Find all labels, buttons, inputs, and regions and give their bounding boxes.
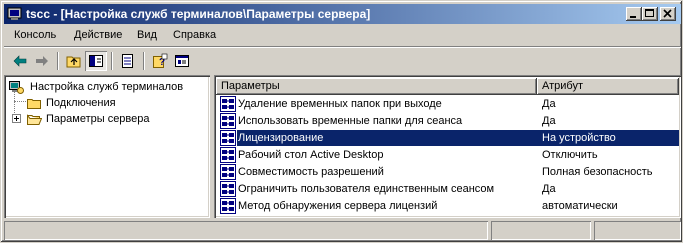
setting-icon [220, 198, 236, 214]
setting-name: Совместимость разрешений [238, 166, 384, 178]
setting-attribute: Да [542, 183, 556, 195]
list-item[interactable]: Удаление временных папок при выходе Да [216, 96, 679, 113]
tree-item-connections[interactable]: Подключения [26, 95, 206, 111]
setting-name: Рабочий стол Active Desktop [238, 149, 384, 161]
setting-attribute: автоматически [542, 200, 618, 212]
list-item[interactable]: Ограничить пользователя единственным сеа… [216, 181, 679, 198]
setting-attribute: Полная безопасность [542, 166, 653, 178]
maximize-button[interactable] [642, 7, 658, 21]
expand-plus-icon[interactable] [12, 114, 21, 123]
menu-action[interactable]: Действие [74, 29, 122, 41]
setting-attribute: На устройство [542, 132, 616, 144]
window-title: tscc - [Настройка служб терминалов\Парам… [26, 7, 371, 21]
back-arrow-icon [13, 55, 27, 67]
menu-bar: Консоль Действие Вид Справка [4, 26, 681, 46]
forward-arrow-icon [36, 56, 48, 66]
up-level-button[interactable] [63, 51, 85, 71]
properties-icon [175, 55, 189, 67]
setting-attribute: Да [542, 98, 556, 110]
setting-icon [220, 96, 236, 112]
properties-button[interactable] [171, 51, 193, 71]
toolbar-separator [143, 52, 145, 70]
up-folder-icon [66, 56, 81, 68]
list-item[interactable]: Метод обнаружения сервера лицензий автома… [216, 198, 679, 215]
export-list-icon [122, 54, 133, 68]
toolbar-separator [57, 52, 59, 70]
forward-button[interactable] [31, 51, 53, 71]
close-button[interactable] [660, 7, 676, 21]
status-panel-main [4, 221, 488, 240]
status-panel-2 [491, 221, 591, 240]
folder-icon [26, 95, 42, 111]
title-bar[interactable]: tscc - [Настройка служб терминалов\Парам… [4, 4, 681, 24]
maximize-icon [645, 9, 654, 17]
toolbar: ? [4, 49, 681, 73]
minimize-button[interactable] [626, 7, 642, 21]
setting-icon [220, 130, 236, 146]
list-item[interactable]: Рабочий стол Active Desktop Отключить [216, 147, 679, 164]
list-item[interactable]: Совместимость разрешений Полная безопасно… [216, 164, 679, 181]
show-tree-icon [89, 55, 103, 67]
setting-name: Использовать временные папки для сеанса [238, 115, 463, 127]
minimize-icon [630, 16, 636, 18]
show-tree-button[interactable] [85, 51, 107, 71]
mmc-window: tscc - [Настройка служб терминалов\Парам… [0, 0, 683, 243]
menu-view[interactable]: Вид [137, 29, 157, 41]
menu-divider [4, 46, 681, 48]
setting-icon [220, 113, 236, 129]
setting-icon [220, 164, 236, 180]
open-folder-icon [26, 111, 42, 127]
details-list-pane[interactable]: Параметры Атрибут Удаление временных пап… [214, 75, 681, 218]
column-header-attribute[interactable]: Атрибут [537, 78, 679, 95]
tree-root-label: Настройка служб терминалов [30, 81, 184, 93]
help-button[interactable]: ? [149, 51, 171, 71]
setting-name: Метод обнаружения сервера лицензий [238, 200, 438, 212]
setting-name: Ограничить пользователя единственным сеа… [238, 183, 495, 195]
menu-console[interactable]: Консоль [14, 29, 56, 41]
setting-name: Удаление временных папок при выходе [238, 98, 442, 110]
setting-name: Лицензирование [238, 132, 324, 144]
tree-root[interactable]: Настройка служб терминалов [8, 79, 208, 95]
setting-attribute: Отключить [542, 149, 598, 161]
help-icon: ? [153, 53, 168, 68]
toolbar-separator [111, 52, 113, 70]
setting-icon [220, 181, 236, 197]
list-item[interactable]: Использовать временные папки для сеанса Д… [216, 113, 679, 130]
tree-item-label: Параметры сервера [46, 113, 150, 125]
menu-help[interactable]: Справка [173, 29, 216, 41]
terminal-services-config-icon [8, 79, 24, 95]
back-button[interactable] [9, 51, 31, 71]
setting-attribute: Да [542, 115, 556, 127]
console-tree-pane[interactable]: Настройка служб терминалов Подключения П… [4, 75, 210, 218]
column-header-parameters[interactable]: Параметры [216, 78, 537, 95]
setting-icon [220, 147, 236, 163]
export-list-button[interactable] [117, 51, 139, 71]
list-item[interactable]: Лицензирование На устройство [216, 130, 679, 147]
tree-item-label: Подключения [46, 97, 116, 109]
console-app-icon[interactable] [7, 6, 23, 22]
status-panel-3 [594, 221, 681, 240]
close-icon [663, 9, 672, 18]
tree-item-server-settings[interactable]: Параметры сервера [12, 111, 208, 127]
